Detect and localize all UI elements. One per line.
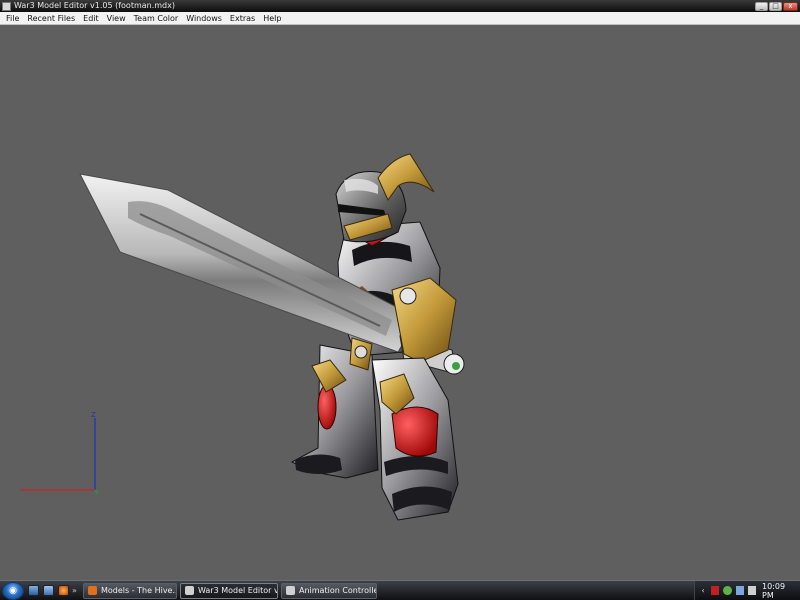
security-alert-icon[interactable]	[711, 586, 720, 595]
model-render: Z Y	[20, 153, 465, 521]
window-controls: _ □ x	[755, 1, 798, 11]
start-button[interactable]: ◉	[2, 581, 24, 600]
window-titlebar[interactable]: War3 Model Editor v1.05 (footman.mdx) _ …	[0, 0, 800, 12]
menu-file[interactable]: File	[2, 12, 23, 25]
menu-recent-files[interactable]: Recent Files	[23, 12, 79, 25]
messenger-icon[interactable]	[723, 586, 732, 595]
model-viewport[interactable]: Z Y	[0, 25, 800, 580]
app-icon	[2, 1, 11, 11]
tray-expand-chevron-icon[interactable]: ‹	[699, 586, 707, 595]
task-button-model-editor[interactable]: War3 Model Editor v...	[180, 582, 278, 599]
volume-icon[interactable]	[747, 586, 756, 595]
menu-help[interactable]: Help	[259, 12, 285, 25]
task-label: War3 Model Editor v...	[198, 586, 278, 595]
z-axis-label: Z	[91, 411, 96, 419]
quick-launch-chevron-icon[interactable]: »	[72, 586, 80, 595]
firefox-icon[interactable]	[58, 585, 69, 596]
axis-gizmo: Z Y	[20, 411, 99, 497]
menu-team-color[interactable]: Team Color	[130, 12, 183, 25]
taskbar: ◉ » Models - The Hive... War3 Model Edit…	[0, 580, 800, 600]
windows-logo-icon: ◉	[9, 585, 17, 596]
switch-windows-icon[interactable]	[43, 585, 54, 596]
app-window-icon	[286, 586, 295, 595]
menu-view[interactable]: View	[103, 12, 130, 25]
show-desktop-icon[interactable]	[28, 585, 39, 596]
task-label: Models - The Hive...	[101, 586, 177, 595]
maximize-button[interactable]: □	[769, 1, 782, 11]
network-icon[interactable]	[735, 586, 744, 595]
y-axis-label: Y	[93, 489, 99, 497]
task-button-animation-controller[interactable]: Animation Controller	[281, 582, 377, 599]
close-button[interactable]: x	[783, 1, 798, 11]
menu-windows[interactable]: Windows	[182, 12, 226, 25]
system-clock[interactable]: 10:09 PM	[762, 582, 796, 600]
system-tray: ‹ 10:09 PM	[694, 581, 800, 600]
app-window-icon	[185, 586, 194, 595]
menu-extras[interactable]: Extras	[226, 12, 259, 25]
window-title: War3 Model Editor v1.05 (footman.mdx)	[14, 1, 175, 10]
menu-bar: File Recent Files Edit View Team Color W…	[0, 12, 800, 25]
firefox-icon	[88, 586, 97, 595]
menu-edit[interactable]: Edit	[79, 12, 103, 25]
task-button-browser[interactable]: Models - The Hive...	[83, 582, 177, 599]
minimize-button[interactable]: _	[755, 1, 768, 11]
task-label: Animation Controller	[299, 586, 377, 595]
